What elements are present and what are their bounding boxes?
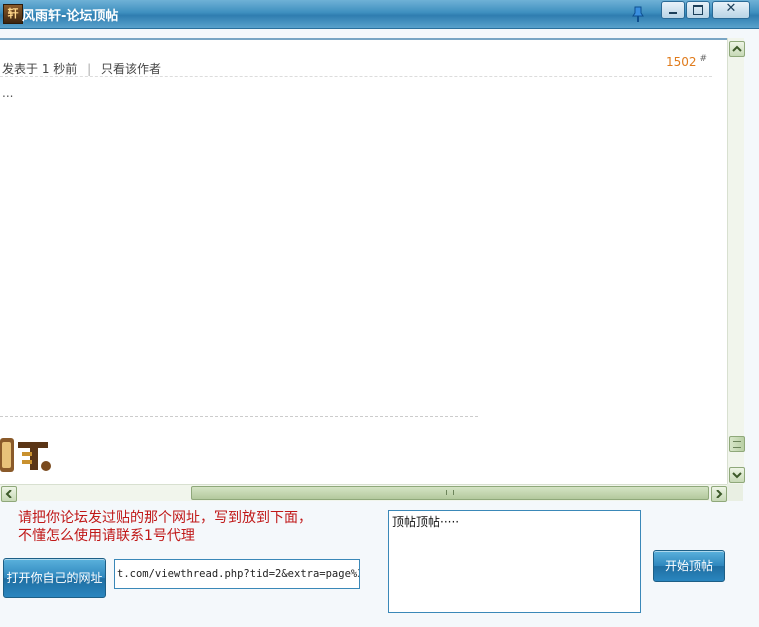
pin-icon[interactable] <box>630 5 646 23</box>
horizontal-scrollbar[interactable] <box>0 484 727 502</box>
post-number-value: 1502 <box>666 55 697 69</box>
forum-logo-image <box>0 438 51 472</box>
post-meta: 发表于 1 秒前 | 只看该作者 <box>2 60 161 77</box>
close-button[interactable]: ✕ <box>712 1 750 19</box>
post-time-label: 发表于 <box>2 62 39 76</box>
post-time-value: 1 秒前 <box>41 62 78 76</box>
chevron-down-icon <box>732 472 742 479</box>
scroll-left-button[interactable] <box>1 486 17 502</box>
post-number-suffix: # <box>699 54 708 64</box>
post-body: ... <box>2 86 14 100</box>
scrollbar-corner <box>727 484 743 501</box>
post-content-textarea[interactable]: 顶帖顶帖····· <box>388 510 641 613</box>
scroll-up-button[interactable] <box>729 41 745 57</box>
url-input[interactable]: t.com/viewthread.php?tid=2&extra=page%3D… <box>114 559 360 589</box>
scroll-right-button[interactable] <box>711 486 727 502</box>
meta-divider: | <box>87 62 92 76</box>
window-title: 风雨轩-论坛顶帖 <box>22 9 119 24</box>
scrollbar-thumb[interactable] <box>729 436 745 452</box>
instruction-line-1: 请把你论坛发过贴的那个网址，写到放到下面， <box>18 510 312 526</box>
title-bar[interactable]: 轩 风雨轩-论坛顶帖 ✕ <box>0 0 759 29</box>
scroll-down-button[interactable] <box>729 467 745 483</box>
divider <box>0 416 478 417</box>
divider <box>0 76 712 77</box>
only-author-link[interactable]: 只看该作者 <box>101 62 161 76</box>
scrollbar-thumb[interactable] <box>191 486 709 500</box>
instruction-line-2: 不懂怎么使用请联系1号代理 <box>18 528 195 544</box>
close-icon: ✕ <box>725 1 737 16</box>
browser-view[interactable]: 发表于 1 秒前 | 只看该作者 1502 # ... <box>0 38 743 486</box>
chevron-left-icon <box>5 490 12 498</box>
minimize-button[interactable] <box>661 1 685 19</box>
post-floor-number: 1502 # <box>666 54 707 69</box>
url-input-value: t.com/viewthread.php?tid=2&extra=page%3D… <box>117 568 360 580</box>
instructions: 请把你论坛发过贴的那个网址，写到放到下面， 不懂怎么使用请联系1号代理 <box>18 509 312 545</box>
start-bump-button[interactable]: 开始顶帖 <box>653 550 725 582</box>
app-logo-icon: 轩 <box>3 4 23 24</box>
chevron-right-icon <box>716 490 723 498</box>
maximize-button[interactable] <box>686 1 710 19</box>
chevron-up-icon <box>732 45 742 52</box>
vertical-scrollbar[interactable] <box>727 38 745 484</box>
open-url-button[interactable]: 打开你自己的网址 <box>3 558 106 598</box>
